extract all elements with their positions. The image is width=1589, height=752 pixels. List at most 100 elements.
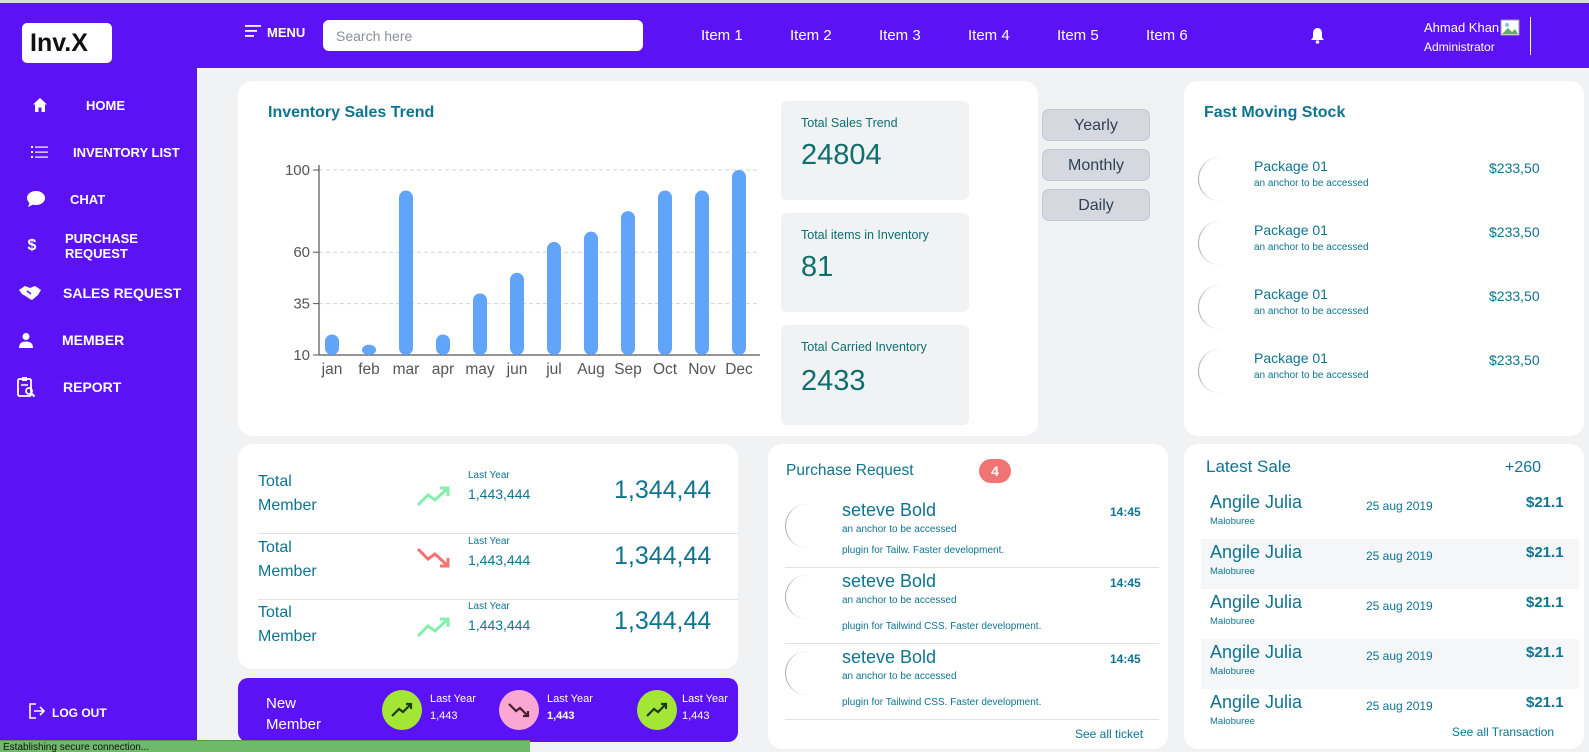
sales-trend-chart: 10 35 60 100 jan feb mar apr may jun jul Aug Sep Oct N… (285, 162, 760, 378)
trend-up-icon (416, 485, 452, 512)
list-item[interactable]: Package 01 an anchor to be accessed $233… (1198, 349, 1548, 395)
sidebar-item-label: MEMBER (62, 332, 125, 348)
last-year-label: Last Year (468, 536, 510, 547)
nav-item-4[interactable]: Item 4 (968, 27, 1010, 44)
list-item[interactable]: seteve Bold an anchor to be accessed plu… (785, 500, 1159, 568)
stat-label: Total Sales Trend (801, 116, 898, 130)
x-tick-label: jan (321, 361, 343, 378)
sidebar-item-report[interactable]: REPORT (0, 367, 197, 407)
table-row[interactable]: Angile Julia Maloburee 25 aug 2019 $21.1 (1201, 489, 1579, 539)
member-value: 1,344,44 (614, 542, 712, 570)
member-title: Total Member (258, 473, 317, 514)
nav-item-1[interactable]: Item 1 (701, 27, 743, 44)
sale-date: 25 aug 2019 (1366, 499, 1433, 513)
list-item[interactable]: seteve Bold an anchor to be accessed plu… (785, 571, 1159, 644)
search-input[interactable] (323, 20, 643, 51)
notification-bell-icon[interactable] (1310, 27, 1325, 49)
sidebar: Inv.X HOME INVENTORY LIST CHAT $ PURCHAS… (0, 3, 197, 752)
last-year-label: Last Year (430, 693, 476, 705)
nav-item-5[interactable]: Item 5 (1057, 27, 1099, 44)
last-year-value: 1,443 (682, 710, 710, 722)
user-avatar (785, 504, 829, 548)
list-item[interactable]: Package 01 an anchor to be accessed $233… (1198, 285, 1548, 331)
chart-bar[interactable] (510, 272, 524, 355)
product-sub: an anchor to be accessed (1254, 306, 1369, 317)
sidebar-item-chat[interactable]: CHAT (0, 179, 197, 219)
customer-location: Maloburee (1210, 716, 1255, 727)
last-year-value: 1,443,444 (468, 552, 531, 568)
chart-bar[interactable] (547, 241, 561, 355)
chart-bar[interactable] (362, 344, 376, 355)
last-year-label: Last Year (547, 693, 593, 705)
x-tick-label: jun (506, 361, 528, 378)
customer-location: Maloburee (1210, 616, 1255, 627)
app-logo[interactable]: Inv.X (22, 23, 112, 63)
request-desc: plugin for Tailw. Faster development. (842, 545, 1005, 556)
product-name: Package 01 (1254, 158, 1328, 174)
request-time: 14:45 (1110, 505, 1141, 519)
requester-name: seteve Bold (842, 647, 937, 667)
nav-item-6[interactable]: Item 6 (1146, 27, 1188, 44)
request-time: 14:45 (1110, 652, 1141, 666)
sales-trend-title: Inventory Sales Trend (268, 104, 435, 121)
chart-bar[interactable] (473, 293, 487, 355)
table-row[interactable]: Angile Julia Maloburee 25 aug 2019 $21.1 (1201, 639, 1579, 689)
customer-location: Maloburee (1210, 566, 1255, 577)
monthly-button[interactable]: Monthly (1042, 149, 1150, 181)
request-count-badge: 4 (979, 459, 1011, 483)
chart-bar[interactable] (658, 190, 672, 355)
request-desc: plugin for Tailwind CSS. Faster developm… (842, 697, 1042, 708)
chart-bar[interactable] (325, 334, 339, 355)
table-row[interactable]: Angile Julia Maloburee 25 aug 2019 $21.1 (1201, 539, 1579, 589)
member-value: 1,344,44 (614, 607, 712, 635)
latest-sale-count: +260 (1505, 459, 1542, 476)
see-all-tickets-link[interactable]: See all ticket (1075, 727, 1143, 741)
sidebar-item-home[interactable]: HOME (0, 85, 197, 125)
menu-label: MENU (267, 25, 306, 40)
customer-name: Angile Julia (1210, 692, 1303, 712)
x-tick-label: jul (545, 361, 562, 378)
sidebar-item-label: HOME (86, 97, 125, 113)
list-item[interactable]: seteve Bold an anchor to be accessed plu… (785, 647, 1159, 720)
total-items-stat: Total items in Inventory 81 (781, 213, 969, 312)
new-member-card: New Member Last Year 1,443 Last Year 1,4… (238, 678, 738, 742)
customer-name: Angile Julia (1210, 542, 1303, 562)
x-tick-label: Aug (577, 361, 605, 378)
product-image (1198, 349, 1242, 393)
daily-button[interactable]: Daily (1042, 189, 1150, 221)
x-tick-label: feb (358, 361, 380, 378)
list-item[interactable]: Package 01 an anchor to be accessed $233… (1198, 157, 1548, 203)
last-year-value: 1,443,444 (468, 486, 531, 502)
product-price: $233,50 (1489, 288, 1540, 304)
chart-bar[interactable] (584, 231, 598, 355)
chart-bar[interactable] (621, 211, 635, 355)
user-avatar (785, 651, 829, 695)
product-name: Package 01 (1254, 350, 1328, 366)
chart-bar[interactable] (436, 334, 450, 355)
nav-item-2[interactable]: Item 2 (790, 27, 832, 44)
table-row[interactable]: Angile Julia Maloburee 25 aug 2019 $21.1 (1201, 589, 1579, 639)
member-title: Total Member (258, 539, 317, 580)
yearly-button[interactable]: Yearly (1042, 109, 1150, 141)
latest-sale-title: Latest Sale (1206, 457, 1292, 476)
x-tick-label: apr (432, 361, 454, 378)
logout-button[interactable]: LOG OUT (28, 703, 107, 722)
menu-button[interactable]: MENU (245, 25, 305, 40)
stat-label: Total items in Inventory (801, 228, 929, 242)
sidebar-item-label: INVENTORY LIST (73, 144, 180, 160)
sidebar-item-purchase-request[interactable]: $ PURCHASE REQUEST (0, 226, 197, 266)
product-name: Package 01 (1254, 286, 1328, 302)
chart-bar[interactable] (399, 190, 413, 355)
stat-value: 81 (801, 251, 834, 283)
chart-bar[interactable] (732, 170, 746, 355)
last-year-value: 1,443 (430, 710, 458, 722)
sidebar-item-sales-request[interactable]: SALES REQUEST (0, 273, 197, 313)
chart-bar[interactable] (695, 190, 709, 355)
sidebar-item-member[interactable]: MEMBER (0, 320, 197, 360)
avatar[interactable] (1499, 17, 1531, 55)
list-item[interactable]: Package 01 an anchor to be accessed $233… (1198, 221, 1548, 267)
product-sub: an anchor to be accessed (1254, 370, 1369, 381)
see-all-transactions-link[interactable]: See all Transaction (1452, 725, 1554, 739)
nav-item-3[interactable]: Item 3 (879, 27, 921, 44)
sidebar-item-inventory-list[interactable]: INVENTORY LIST (0, 132, 197, 172)
